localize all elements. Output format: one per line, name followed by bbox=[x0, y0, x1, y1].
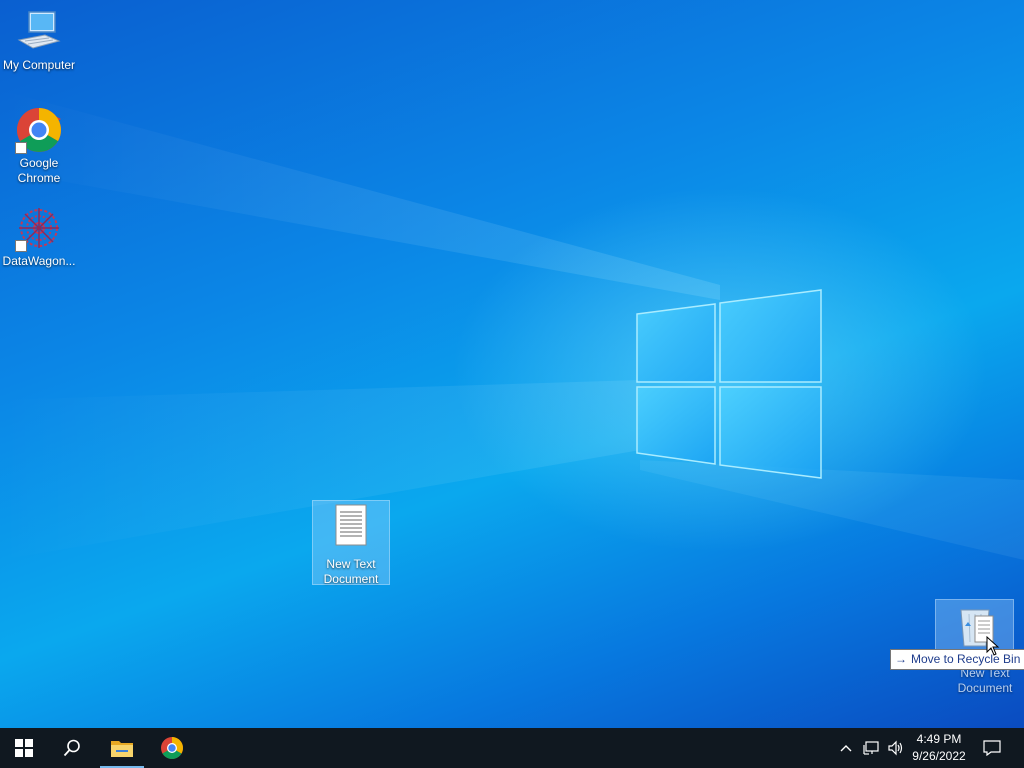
network-icon bbox=[863, 741, 879, 755]
clock[interactable]: 4:49 PM 9/26/2022 bbox=[906, 731, 972, 765]
chevron-up-icon bbox=[840, 745, 852, 752]
search-button[interactable] bbox=[48, 728, 96, 768]
speaker-icon bbox=[888, 740, 903, 756]
arrow-right-icon: → bbox=[895, 652, 907, 666]
show-hidden-icons-button[interactable] bbox=[836, 728, 856, 768]
windows-start-icon bbox=[15, 739, 33, 757]
windows-logo-wallpaper bbox=[636, 289, 822, 479]
desktop-icon-label: Google Chrome bbox=[17, 156, 61, 185]
action-center-button[interactable] bbox=[978, 728, 1006, 768]
taskbar-file-explorer[interactable] bbox=[98, 728, 146, 768]
desktop-icon-recycle-bin-dragged-document[interactable] bbox=[935, 599, 1014, 653]
datawagon-icon bbox=[15, 204, 63, 252]
wallpaper-light-beams bbox=[0, 90, 1024, 560]
shortcut-arrow-icon bbox=[15, 142, 27, 154]
taskbar-google-chrome[interactable] bbox=[148, 728, 196, 768]
desktop-icon-label: New Text Document bbox=[323, 557, 379, 586]
text-document-icon bbox=[327, 503, 375, 551]
shortcut-arrow-icon bbox=[15, 240, 27, 252]
folder-icon bbox=[111, 741, 133, 757]
desktop-icon-new-text-document[interactable]: New Text Document bbox=[312, 500, 390, 586]
mouse-cursor-icon bbox=[986, 636, 1000, 656]
volume-tray-button[interactable] bbox=[884, 728, 906, 768]
desktop-icon-label: DataWagon... bbox=[2, 254, 76, 268]
desktop-icon-google-chrome[interactable]: Google Chrome bbox=[0, 106, 78, 186]
clock-time: 4:49 PM bbox=[916, 732, 962, 746]
desktop-icon-label: My Computer bbox=[2, 58, 76, 72]
search-icon bbox=[63, 739, 80, 757]
desktop[interactable]: My Computer Google Chrome DataWagon... N… bbox=[0, 0, 1024, 728]
tooltip-text: Move to Recycle Bin bbox=[911, 652, 1021, 666]
chrome-icon bbox=[161, 737, 183, 759]
chrome-icon bbox=[15, 106, 63, 154]
desktop-icon-datawagon[interactable]: DataWagon... bbox=[0, 204, 78, 269]
start-button[interactable] bbox=[0, 728, 48, 768]
taskbar: 4:49 PM 9/26/2022 bbox=[0, 728, 1024, 768]
computer-icon bbox=[15, 8, 63, 56]
network-tray-button[interactable] bbox=[860, 728, 882, 768]
clock-date: 9/26/2022 bbox=[912, 749, 966, 763]
drag-tooltip: → Move to Recycle Bin bbox=[890, 649, 1024, 670]
notification-icon bbox=[983, 740, 1001, 756]
desktop-icon-my-computer[interactable]: My Computer bbox=[0, 8, 78, 73]
